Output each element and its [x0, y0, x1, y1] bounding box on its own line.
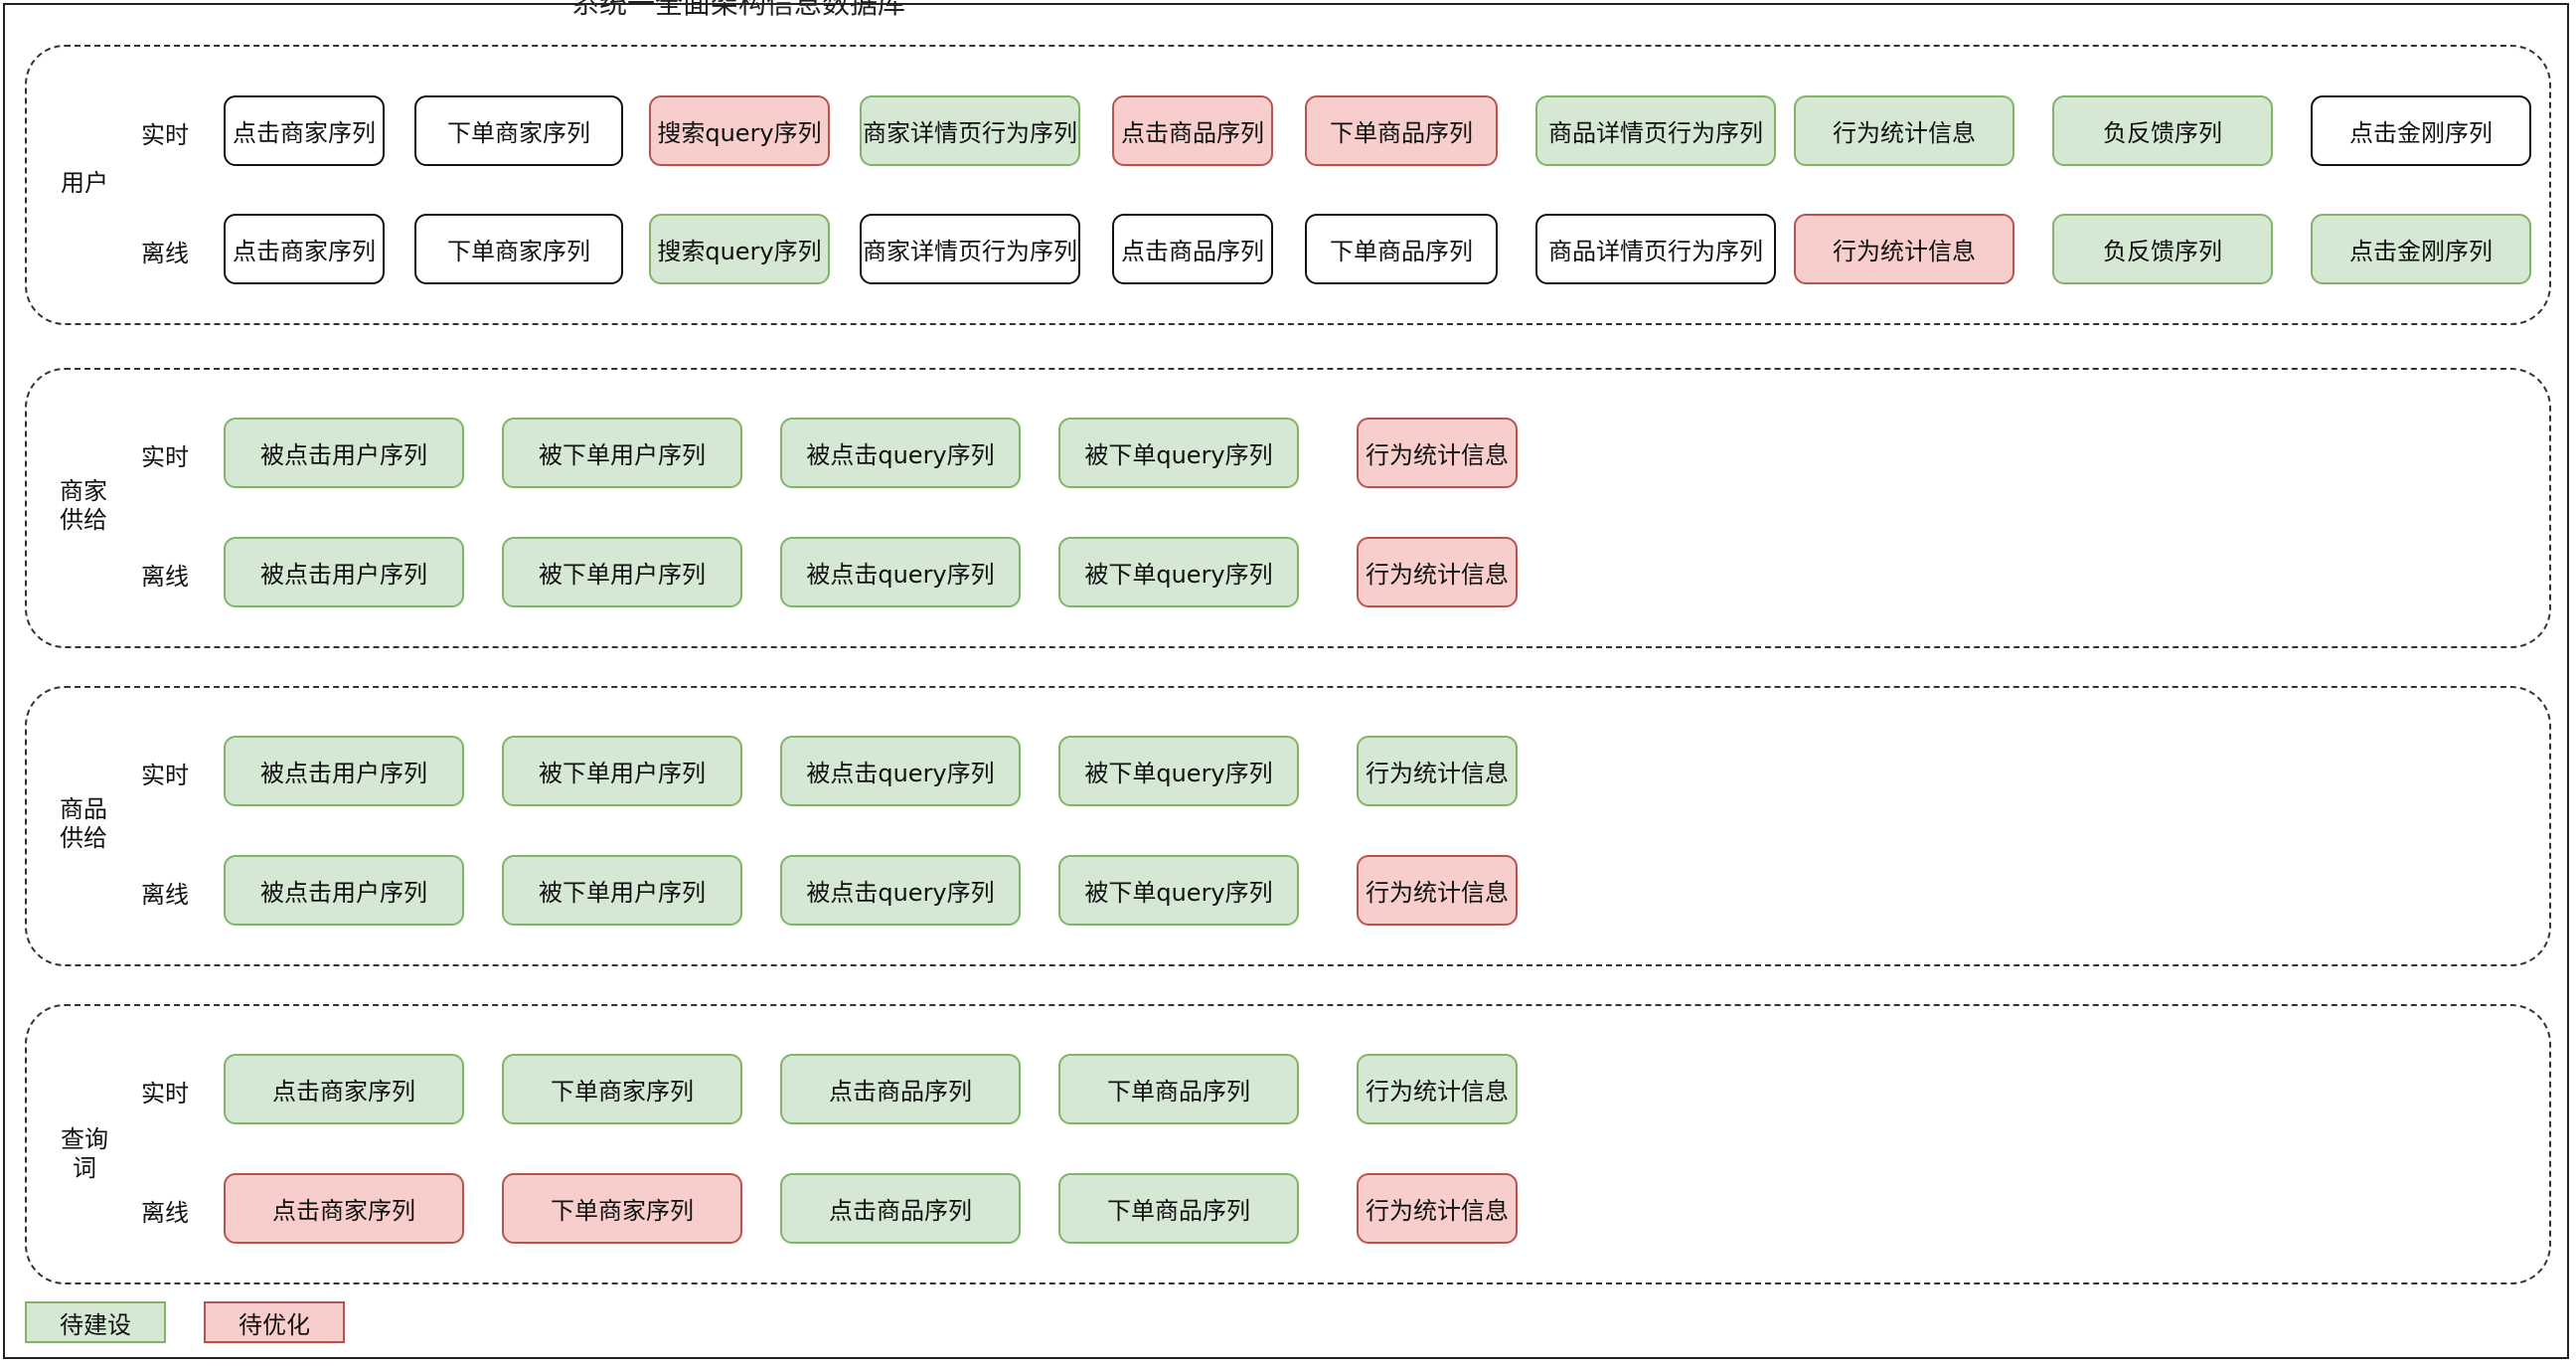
sequence-box: 被点击用户序列	[224, 418, 464, 488]
group-label: 用户	[61, 169, 108, 197]
row-label-offline: 离线	[141, 563, 189, 591]
sequence-box: 行为统计信息	[1357, 1054, 1518, 1124]
sequence-box: 被点击用户序列	[224, 855, 464, 926]
sequence-box: 商家详情页行为序列	[860, 95, 1080, 166]
sequence-box: 被下单用户序列	[502, 855, 742, 926]
sequence-box: 行为统计信息	[1357, 418, 1518, 488]
sequence-box: 点击商品序列	[780, 1054, 1021, 1124]
sequence-box: 下单商品序列	[1058, 1173, 1299, 1244]
sequence-box: 被点击query序列	[780, 418, 1021, 488]
sequence-box: 被下单query序列	[1058, 418, 1299, 488]
sequence-box: 商品详情页行为序列	[1535, 95, 1776, 166]
sequence-box: 行为统计信息	[1357, 1173, 1518, 1244]
sequence-box: 下单商家序列	[502, 1054, 742, 1124]
sequence-box: 下单商品序列	[1305, 95, 1498, 166]
legend-to-optimize: 待优化	[204, 1301, 345, 1343]
sequence-box: 行为统计信息	[1357, 736, 1518, 806]
sequence-box: 商家详情页行为序列	[860, 214, 1080, 284]
sequence-box: 搜索query序列	[649, 95, 830, 166]
sequence-box: 行为统计信息	[1357, 855, 1518, 926]
sequence-box: 被下单query序列	[1058, 736, 1299, 806]
sequence-box: 下单商家序列	[414, 95, 623, 166]
sequence-box: 负反馈序列	[2052, 214, 2273, 284]
sequence-box: 下单商家序列	[414, 214, 623, 284]
sequence-box: 下单商品序列	[1058, 1054, 1299, 1124]
sequence-box: 负反馈序列	[2052, 95, 2273, 166]
diagram-title: 系统一全面架构信息数据库	[571, 0, 906, 20]
row-label-offline: 离线	[141, 1199, 189, 1227]
sequence-box: 行为统计信息	[1357, 537, 1518, 607]
sequence-box: 被点击query序列	[780, 855, 1021, 926]
sequence-box: 被点击用户序列	[224, 736, 464, 806]
legend-to-build: 待建设	[25, 1301, 166, 1343]
row-label-realtime: 实时	[141, 762, 189, 789]
row-label-offline: 离线	[141, 240, 189, 267]
sequence-box: 点击金刚序列	[2311, 95, 2531, 166]
sequence-box: 商品详情页行为序列	[1535, 214, 1776, 284]
sequence-box: 被下单用户序列	[502, 418, 742, 488]
sequence-box: 点击商家序列	[224, 1173, 464, 1244]
sequence-box: 点击商品序列	[1112, 95, 1273, 166]
row-label-realtime: 实时	[141, 121, 189, 149]
sequence-box: 点击商品序列	[1112, 214, 1273, 284]
sequence-box: 点击商家序列	[224, 214, 385, 284]
sequence-box: 点击商家序列	[224, 1054, 464, 1124]
sequence-box: 行为统计信息	[1794, 95, 2014, 166]
sequence-box: 被下单query序列	[1058, 537, 1299, 607]
group-label: 商品 供给	[60, 795, 107, 852]
row-label-realtime: 实时	[141, 443, 189, 471]
sequence-box: 点击商品序列	[780, 1173, 1021, 1244]
sequence-box: 下单商家序列	[502, 1173, 742, 1244]
sequence-box: 搜索query序列	[649, 214, 830, 284]
row-label-realtime: 实时	[141, 1080, 189, 1108]
legend-to-optimize-label: 待优化	[239, 1310, 310, 1339]
sequence-box: 被点击用户序列	[224, 537, 464, 607]
group-label: 商家 供给	[60, 477, 107, 534]
sequence-box: 被下单query序列	[1058, 855, 1299, 926]
sequence-box: 下单商品序列	[1305, 214, 1498, 284]
sequence-box: 被点击query序列	[780, 537, 1021, 607]
sequence-box: 点击商家序列	[224, 95, 385, 166]
sequence-box: 被下单用户序列	[502, 736, 742, 806]
sequence-box: 被点击query序列	[780, 736, 1021, 806]
sequence-box: 行为统计信息	[1794, 214, 2014, 284]
sequence-box: 点击金刚序列	[2311, 214, 2531, 284]
legend-to-build-label: 待建设	[60, 1310, 131, 1339]
group-label: 查询词	[61, 1125, 108, 1182]
row-label-offline: 离线	[141, 881, 189, 909]
sequence-box: 被下单用户序列	[502, 537, 742, 607]
